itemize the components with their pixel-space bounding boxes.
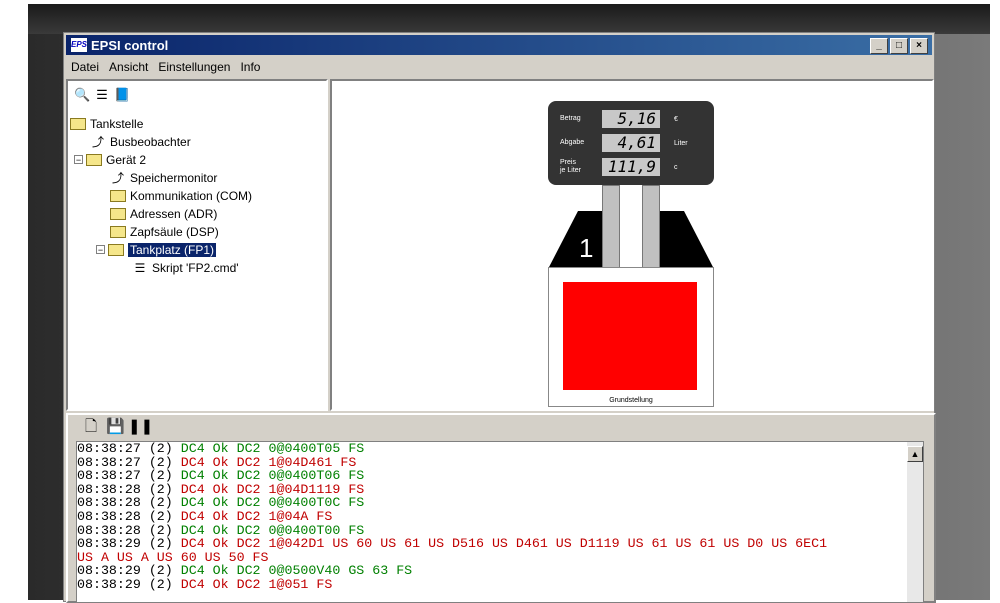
- menu-einstellungen[interactable]: Einstellungen: [153, 60, 235, 74]
- log-message: DC4 Ok DC2 1@042D1 US 60 US 61 US D516 U…: [172, 536, 828, 552]
- abgabe-row: Abgabe 4,61 Liter: [560, 133, 688, 153]
- log-scrollbar[interactable]: ▲: [907, 442, 923, 602]
- magnifier-icon[interactable]: 🔍: [74, 87, 90, 103]
- betrag-unit: €: [674, 115, 678, 123]
- log-line: 08:38:28 (2) DC4 Ok DC2 1@04D1119 FS: [77, 482, 923, 497]
- maximize-button[interactable]: □: [890, 38, 908, 54]
- preis-label-line2: je Liter: [560, 167, 582, 174]
- collapse-icon[interactable]: −: [96, 245, 105, 255]
- window-title: EPSI control: [91, 37, 169, 53]
- preis-row: Preis je Liter 111,9 c: [560, 157, 678, 177]
- log-pane: 🗋 💾 ❚❚ 08:38:27 (2) DC4 Ok DC2 0@0400T05…: [66, 413, 936, 603]
- close-button[interactable]: ×: [910, 38, 928, 54]
- save-icon[interactable]: 💾: [106, 419, 125, 435]
- tree-node-kommunikation[interactable]: Kommunikation (COM): [110, 187, 252, 204]
- pump-hood-left: [548, 211, 602, 269]
- tree-node-busbeobachter[interactable]: ⤴ Busbeobachter: [90, 133, 191, 150]
- menu-bar: Datei Ansicht Einstellungen Info: [66, 57, 932, 77]
- log-lines: 08:38:27 (2) DC4 Ok DC2 0@0400T05 FS 08:3…: [77, 442, 923, 592]
- tree-label: Skript 'FP2.cmd': [152, 260, 239, 275]
- tree-node-tankstelle[interactable]: Tankstelle: [70, 115, 143, 132]
- preis-value: 111,9: [602, 158, 660, 176]
- tree-node-tankplatz[interactable]: − Tankplatz (FP1): [96, 241, 217, 258]
- log-line: 08:38:28 (2) DC4 Ok DC2 0@0400T0C FS: [77, 496, 923, 510]
- folder-icon: [110, 189, 126, 202]
- log-toolbar: 🗋 💾 ❚❚: [84, 419, 153, 435]
- abgabe-label: Abgabe: [560, 139, 585, 146]
- tree-node-zapfsaeule[interactable]: Zapfsäule (DSP): [110, 223, 219, 240]
- log-line: 08:38:27 (2) DC4 Ok DC2 1@04D461 FS: [77, 455, 923, 470]
- tree-node-skript[interactable]: ☰ Skript 'FP2.cmd': [132, 259, 239, 276]
- probe-icon: ⤴: [111, 170, 124, 185]
- folder-icon: [70, 117, 86, 130]
- tree-node-geraet[interactable]: − Gerät 2: [74, 151, 146, 168]
- tree-label: Busbeobachter: [110, 134, 191, 149]
- monitor-bezel-top: [28, 4, 990, 34]
- tree-label: Tankstelle: [90, 116, 144, 131]
- log-message: DC4 Ok DC2 1@051 FS: [172, 576, 333, 592]
- folder-icon: [110, 225, 126, 238]
- pause-icon[interactable]: ❚❚: [128, 419, 153, 435]
- log-line: 08:38:27 (2) DC4 Ok DC2 0@0400T06 FS: [77, 469, 923, 483]
- tree-pane: 🔍 ☰ 📘 Tankstelle ⤴ Busbeobachter − Gerät…: [66, 79, 328, 411]
- tree-label: Gerät 2: [106, 152, 147, 167]
- tree-label: Speichermonitor: [130, 170, 218, 185]
- folder-icon: [86, 153, 102, 166]
- tree-label: Adressen (ADR): [130, 206, 218, 221]
- app-window: EPS EPSI control _ □ × Datei Ansicht Ein…: [63, 32, 936, 603]
- minimize-button[interactable]: _: [870, 38, 888, 54]
- menu-info[interactable]: Info: [235, 60, 265, 74]
- pump-status-label: Grundstellung: [609, 397, 653, 404]
- book-icon[interactable]: 📘: [114, 87, 130, 103]
- betrag-label: Betrag: [560, 115, 581, 122]
- log-output[interactable]: 08:38:27 (2) DC4 Ok DC2 0@0400T05 FS 08:3…: [76, 441, 924, 603]
- log-line: 08:38:27 (2) DC4 Ok DC2 0@0400T05 FS: [77, 442, 923, 456]
- log-line: 08:38:28 (2) DC4 Ok DC2 0@0400T00 FS: [77, 523, 923, 538]
- epsi-logo-icon: EPS: [70, 37, 88, 53]
- pump-visualization-pane: Betrag 5,16 € Abgabe 4,61 Liter Preis je …: [330, 79, 934, 411]
- tree-node-speichermonitor[interactable]: ⤴ Speichermonitor: [110, 169, 217, 186]
- tree-label-selected: Tankplatz (FP1): [128, 242, 217, 257]
- collapse-icon[interactable]: −: [74, 155, 83, 165]
- scroll-up-arrow-icon[interactable]: ▲: [907, 446, 923, 462]
- tree-label: Zapfsäule (DSP): [130, 224, 219, 239]
- log-timestamp: 08:38:29 (2): [77, 576, 173, 592]
- log-line: US A US A US 60 US 50 FS: [77, 550, 923, 565]
- pump-hood: [548, 211, 714, 269]
- log-line: 08:38:29 (2) DC4 Ok DC2 1@051 FS: [77, 578, 923, 592]
- tree-node-adressen[interactable]: Adressen (ADR): [110, 205, 217, 222]
- betrag-value: 5,16: [602, 110, 660, 128]
- menu-datei[interactable]: Datei: [66, 60, 104, 74]
- pump-hood-right: [660, 211, 714, 269]
- new-document-icon[interactable]: 🗋: [84, 419, 98, 435]
- tree-toolbar: 🔍 ☰ 📘: [74, 87, 130, 103]
- pump-body: Grundstellung: [548, 267, 714, 407]
- script-list-icon[interactable]: ☰: [94, 87, 110, 103]
- title-bar: EPS EPSI control _ □ ×: [66, 35, 932, 55]
- preis-unit: c: [674, 163, 678, 171]
- window-controls: _ □ ×: [870, 38, 928, 54]
- log-line: 08:38:29 (2) DC4 Ok DC2 0@0500V40 GS 63 …: [77, 564, 923, 578]
- script-icon: ☰: [134, 260, 146, 275]
- pump-state-indicator: [563, 282, 697, 390]
- log-line: 08:38:29 (2) DC4 Ok DC2 1@042D1 US 60 US…: [77, 537, 923, 551]
- abgabe-unit: Liter: [674, 139, 688, 147]
- tree-label: Kommunikation (COM): [130, 188, 253, 203]
- open-folder-icon: [108, 243, 124, 256]
- folder-icon: [110, 207, 126, 220]
- preis-label: Preis je Liter: [560, 159, 602, 175]
- abgabe-value: 4,61: [602, 134, 660, 152]
- pump-number: 1: [579, 233, 594, 263]
- preis-label-line1: Preis: [560, 159, 576, 166]
- menu-ansicht[interactable]: Ansicht: [104, 60, 153, 74]
- probe-icon: ⤴: [91, 134, 104, 149]
- log-line: 08:38:28 (2) DC4 Ok DC2 1@04A FS: [77, 510, 923, 524]
- pump-display: Betrag 5,16 € Abgabe 4,61 Liter Preis je …: [548, 101, 714, 185]
- betrag-row: Betrag 5,16 €: [560, 109, 678, 129]
